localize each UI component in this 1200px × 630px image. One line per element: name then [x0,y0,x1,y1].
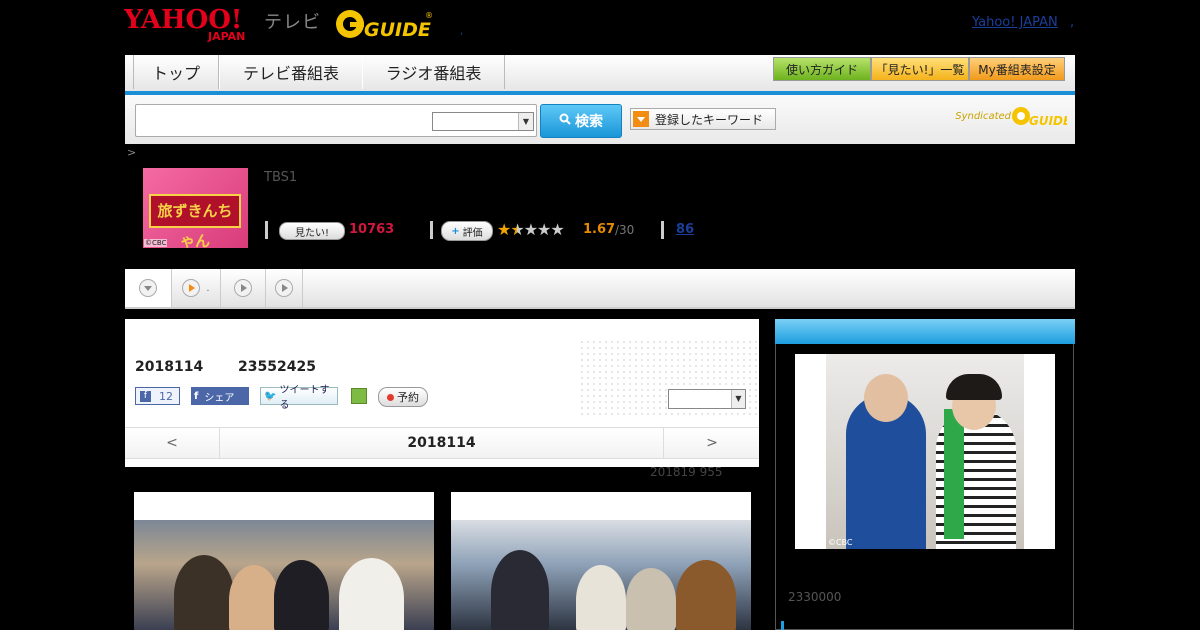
yahoo-japan-logo[interactable]: YAHOO! JAPAN [123,4,262,43]
rating-max: /30 [615,223,635,237]
thumbnail-copyright: ©CBC [144,239,168,247]
divider [265,221,268,239]
yahoo-japan-link[interactable]: Yahoo! JAPAN [972,15,1058,30]
next-date-button[interactable]: > [663,428,760,458]
plus-icon: + [451,225,460,237]
share-label: シェア [204,392,235,404]
episode-select[interactable]: ▼ [668,389,746,409]
record-dot-icon [387,393,394,401]
search-button[interactable]: 検索 [540,104,622,138]
episode-date: 2018114 [135,359,204,375]
side-panel-header [775,319,1075,344]
chevron-down-icon: ▼ [518,113,533,130]
gguide-mini-logo-icon: GUIDE [1012,107,1067,127]
svg-text:JAPAN: JAPAN [207,30,245,42]
tab-tv-schedule[interactable]: テレビ番組表 [219,55,363,89]
rating-value: 1.67 [583,222,616,237]
play-icon [182,279,201,297]
subtab-1[interactable] [125,269,172,307]
side-accent-bar [781,621,784,630]
facebook-icon: f [140,390,151,402]
header-separator-2: , [1070,15,1075,30]
date-navigation: < 2018114 > [125,427,759,459]
subtab-2[interactable]: . [172,269,221,307]
review-count-link[interactable]: 86 [676,222,694,237]
dropdown-arrow-icon [633,111,649,127]
star-empty-icon: ★ [523,220,538,239]
program-thumbnail[interactable]: 旅ずきんちゃん ©CBC [143,168,248,250]
photo-copyright: ©CBC [828,538,853,547]
rate-button[interactable]: + 評価 [441,221,493,241]
update-note: 201819 955 [650,465,723,479]
like-count: 12 [159,389,173,403]
twitter-bird-icon: 🐦 [264,390,277,402]
tab-radio-schedule[interactable]: ラジオ番組表 [362,55,505,89]
divider [430,221,433,239]
episode-panel: 2018114 23552425 f 12 f シェア 🐦 ツイートする 予約 … [125,319,759,467]
mitai-button[interactable]: 見たい! [279,222,345,240]
store-scene-image [451,520,751,630]
facebook-share-button[interactable]: f シェア [191,387,249,405]
prev-date-button[interactable]: < [125,428,220,458]
current-date: 2018114 [407,435,476,451]
play-icon [234,279,252,297]
side-photo[interactable]: ©CBC [795,354,1055,549]
episode-photo-1[interactable] [134,492,434,630]
reserve-button[interactable]: 予約 [378,387,428,407]
chevron-down-icon: ▼ [731,390,745,408]
registered-keywords-label: 登録したキーワード [655,112,764,127]
search-icon [559,113,571,129]
chevron-down-icon [139,279,157,297]
tweet-button[interactable]: 🐦 ツイートする [260,385,338,411]
svg-text:GUIDE: GUIDE [1029,114,1067,127]
tv-logo-text: テレビ [264,12,321,33]
facebook-like-button[interactable]: f 12 [135,387,180,405]
breadcrumb[interactable]: > [127,146,136,159]
program-subtabs: . [125,269,1075,309]
store-scene-image [134,520,434,630]
rating-stars: ★★★★★ [497,220,565,239]
subtab-3[interactable] [221,269,266,307]
my-schedule-settings-button[interactable]: My番組表設定 [969,57,1065,81]
bookmark-icon[interactable] [351,388,367,404]
search-bar: ▼ 検索 登録したキーワード Syndicated GUIDE [125,95,1075,144]
search-button-label: 検索 [575,114,603,130]
facebook-icon: f [194,390,199,402]
star-empty-icon: ★ [550,220,564,239]
tweet-label: ツイートする [279,385,330,411]
program-title-logo: 旅ずきんちゃん [149,194,241,250]
tab-top[interactable]: トップ [133,55,219,89]
star-half-icon: ★ [510,220,524,239]
svg-text:®: ® [425,11,433,20]
mitai-list-button[interactable]: 「見たい!」一覧 [871,57,969,81]
usage-guide-button[interactable]: 使い方ガイド [773,57,871,81]
side-note: 2330000 [788,590,842,604]
syndicated-label: Syndicated [955,110,1011,122]
episode-time: 23552425 [238,359,316,375]
main-nav: トップ テレビ番組表 ラジオ番組表 使い方ガイド 「見たい!」一覧 My番組表設… [125,55,1075,95]
svg-text:GUIDE: GUIDE [364,19,431,41]
mitai-count: 10763 [349,222,395,237]
divider [661,221,664,239]
syndicated-gguide-badge: Syndicated GUIDE [955,105,1067,127]
subtab-4[interactable] [266,269,303,307]
subtab-dot: . [206,282,210,294]
rate-label: 評価 [462,227,483,239]
hosts-photo-image [826,354,1024,549]
channel-name: TBS1 [264,170,298,185]
gguide-logo[interactable]: GUIDE ® [334,6,434,42]
star-full-icon: ★ [497,220,511,239]
header-separator: , [460,26,464,37]
play-icon [275,279,293,297]
reserve-label: 予約 [397,391,419,404]
registered-keywords-button[interactable]: 登録したキーワード [630,108,776,130]
episode-photo-2[interactable] [451,492,751,630]
star-empty-icon: ★ [537,220,551,239]
mitai-label: 見たい! [294,227,329,239]
search-category-select[interactable]: ▼ [432,112,534,131]
